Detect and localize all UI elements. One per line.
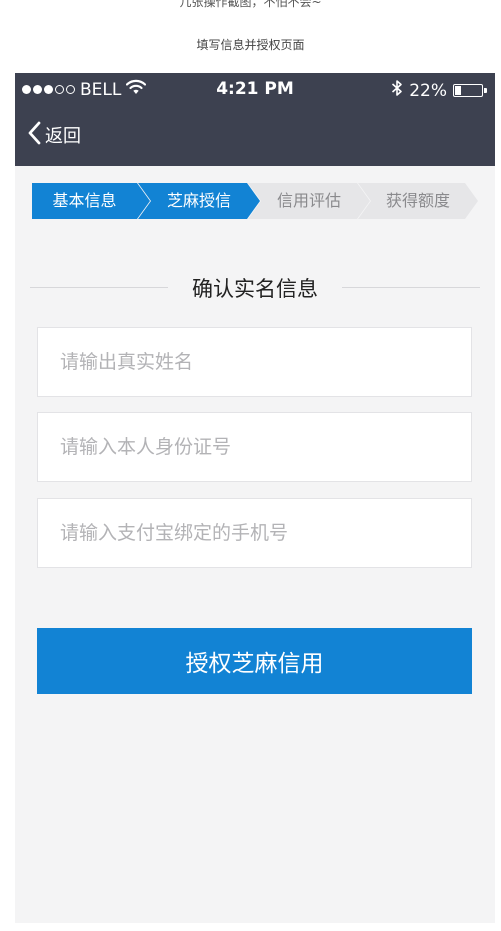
step-get-quota: 获得额度 bbox=[358, 183, 478, 219]
authorize-zhima-button[interactable]: 授权芝麻信用 bbox=[37, 628, 472, 694]
id-number-input[interactable] bbox=[38, 413, 471, 481]
caption-top: 几张操作截图，不怕不会~ bbox=[179, 0, 322, 9]
caption-subtitle: 填写信息并授权页面 bbox=[196, 38, 305, 52]
status-bar: BELL 4:21 PM 22% bbox=[15, 73, 495, 105]
battery-icon bbox=[453, 84, 487, 97]
status-right: 22% bbox=[391, 79, 487, 102]
step-label: 芝麻授信 bbox=[166, 191, 231, 210]
form-title: 确认实名信息 bbox=[192, 277, 318, 301]
step-label: 信用评估 bbox=[276, 191, 341, 210]
phone-input[interactable] bbox=[38, 499, 471, 567]
id-field bbox=[37, 412, 472, 482]
name-field bbox=[37, 327, 472, 397]
bluetooth-icon bbox=[391, 79, 403, 102]
battery-percent: 22% bbox=[409, 80, 447, 101]
name-input[interactable] bbox=[38, 328, 471, 396]
step-label: 获得额度 bbox=[385, 191, 450, 210]
chevron-left-icon bbox=[27, 121, 41, 149]
nav-bar: BELL 4:21 PM 22% 返回 bbox=[15, 73, 495, 166]
title-divider-right bbox=[342, 287, 480, 288]
step-zhima-auth: 芝麻授信 bbox=[138, 183, 260, 219]
step-basic-info: 基本信息 bbox=[32, 183, 150, 219]
section-title: 确认实名信息 bbox=[30, 273, 480, 301]
step-label: 基本信息 bbox=[52, 191, 117, 210]
progress-steps: 基本信息 芝麻授信 信用评估 获得额度 bbox=[32, 183, 478, 219]
phone-field bbox=[37, 498, 472, 568]
phone-screen: BELL 4:21 PM 22% 返回 基本信息 芝麻授信 信用评估 获得额度 … bbox=[15, 73, 495, 923]
step-credit-eval: 信用评估 bbox=[248, 183, 370, 219]
back-label: 返回 bbox=[45, 126, 81, 147]
back-button[interactable]: 返回 bbox=[27, 121, 81, 149]
battery-fill bbox=[455, 86, 462, 95]
